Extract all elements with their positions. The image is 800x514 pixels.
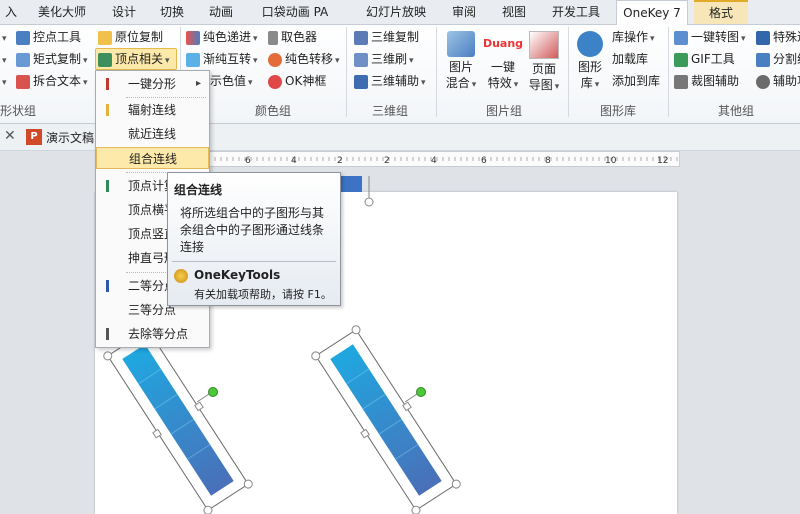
color-bar-icon: [106, 180, 109, 192]
menu-item-radial-connect[interactable]: 辐射连线: [96, 99, 209, 121]
grouped-shape-left[interactable]: [102, 324, 254, 514]
menu-item-one-click-fractal[interactable]: 一键分形 ▸: [96, 73, 209, 95]
tooltip-divider: [172, 261, 336, 262]
grouped-shape-right[interactable]: [310, 324, 462, 514]
color-bar-icon: [106, 328, 109, 340]
addin-gear-icon: [174, 269, 188, 283]
selected-shape-partial[interactable]: [338, 176, 362, 192]
tooltip-help: 有关加载项帮助，请按 F1。: [194, 288, 332, 301]
menu-item-remove-division-points[interactable]: 去除等分点: [96, 323, 209, 345]
tooltip-body: 将所选组合中的子图形与其余组合中的子图形通过线条连接: [180, 206, 325, 254]
menu-item-nearest-connect[interactable]: 就近连线: [96, 123, 209, 145]
rotate-handle[interactable]: [208, 387, 218, 397]
menu-separator: [126, 97, 206, 98]
color-bar-icon: [106, 78, 109, 90]
menu-item-group-connect[interactable]: 组合连线: [96, 147, 209, 169]
tooltip: 组合连线 将所选组合中的子图形与其余组合中的子图形通过线条连接 OneKeyTo…: [167, 172, 341, 306]
rotate-handle[interactable]: [416, 387, 426, 397]
tooltip-title: 组合连线: [174, 183, 223, 197]
resize-handle[interactable]: [364, 197, 374, 207]
color-bar-icon: [106, 280, 109, 292]
submenu-arrow-icon: ▸: [195, 78, 201, 89]
tooltip-addin-name: OneKeyTools: [194, 268, 281, 282]
color-bar-icon: [106, 104, 109, 116]
